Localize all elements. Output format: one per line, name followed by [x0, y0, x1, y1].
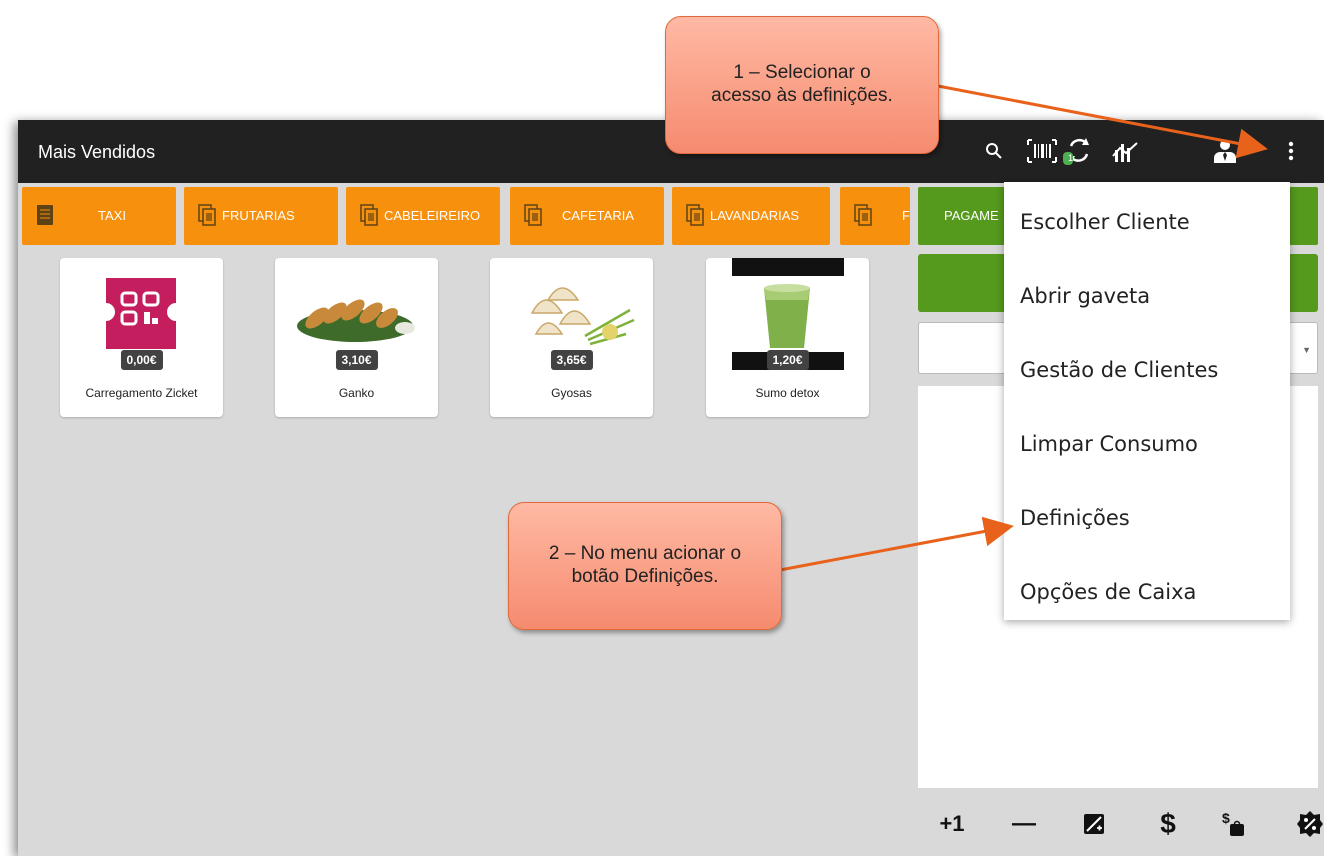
product-card[interactable]: 3,65€ Gyosas	[490, 258, 653, 417]
edit-icon[interactable]	[1072, 802, 1116, 846]
product-price: 0,00€	[120, 350, 163, 370]
menu-item-label: Limpar Consumo	[1020, 432, 1198, 456]
sync-icon[interactable]: 1	[1061, 134, 1095, 168]
svg-text:$: $	[1222, 810, 1230, 826]
overflow-menu: Escolher Cliente Abrir gaveta Gestão de …	[1004, 182, 1290, 620]
product-price: 1,20€	[766, 350, 809, 370]
folder-icon	[360, 204, 378, 226]
category-label: CABELEIREIRO	[384, 208, 481, 223]
user-icon[interactable]	[1208, 134, 1242, 168]
minus-button[interactable]: —	[1002, 802, 1046, 846]
product-card[interactable]: 1,20€ Sumo detox	[706, 258, 869, 417]
menu-item-abrir-gaveta[interactable]: Abrir gaveta	[1004, 260, 1290, 330]
menu-item-label: Abrir gaveta	[1020, 284, 1151, 308]
folder-icon	[686, 204, 704, 226]
more-vert-icon[interactable]	[1274, 134, 1308, 168]
menu-item-escolher-cliente[interactable]: Escolher Cliente	[1004, 186, 1290, 256]
menu-item-definicoes[interactable]: Definições	[1004, 482, 1290, 552]
category-frutarias[interactable]: FRUTARIAS	[184, 187, 338, 245]
category-label: F	[902, 208, 910, 223]
product-name: Gyosas	[551, 386, 592, 400]
category-cabeleireiro[interactable]: CABELEIREIRO	[346, 187, 500, 245]
category-partial[interactable]: F	[840, 187, 910, 245]
chart-icon[interactable]	[1108, 134, 1142, 168]
menu-item-label: Gestão de Clientes	[1020, 358, 1219, 382]
menu-item-label: Opções de Caixa	[1020, 580, 1197, 604]
product-name: Ganko	[338, 386, 375, 400]
menu-item-label: Definições	[1020, 506, 1130, 530]
folder-icon	[854, 204, 872, 226]
dollar-weight-icon[interactable]: $	[1212, 802, 1256, 846]
menu-item-label: Escolher Cliente	[1020, 210, 1190, 234]
product-price: 3,65€	[550, 350, 593, 370]
category-label: CAFETARIA	[562, 208, 634, 223]
page-title: Mais Vendidos	[38, 142, 156, 162]
category-label: FRUTARIAS	[222, 208, 295, 223]
category-label: LAVANDARIAS	[710, 208, 800, 223]
discount-icon[interactable]	[1288, 802, 1324, 846]
callout-step1: 1 – Selecionar o acesso às definições.	[665, 16, 939, 154]
category-cafetaria[interactable]: CAFETARIA	[510, 187, 664, 245]
folder-icon	[524, 204, 542, 226]
product-name: Carregamento Zicket	[85, 386, 198, 400]
callout-step2: 2 – No menu acionar o botão Definições.	[508, 502, 782, 630]
dollar-icon[interactable]: $	[1146, 802, 1190, 846]
barcode-icon[interactable]	[1025, 134, 1059, 168]
category-taxi[interactable]: TAXI	[22, 187, 176, 245]
chevron-down-icon: ▼	[1302, 345, 1311, 355]
menu-item-limpar-consumo[interactable]: Limpar Consumo	[1004, 408, 1290, 478]
plus-one-button[interactable]: +1	[930, 802, 974, 846]
payment-label: PAGAME	[944, 208, 999, 223]
folder-icon	[198, 204, 216, 226]
sync-badge: 1	[1068, 153, 1074, 163]
product-card[interactable]: 0,00€ Carregamento Zicket	[60, 258, 223, 417]
product-price: 3,10€	[335, 350, 378, 370]
menu-item-opcoes-caixa[interactable]: Opções de Caixa	[1004, 556, 1290, 626]
callout-step2-text: 2 – No menu acionar o botão Definições.	[548, 543, 742, 587]
search-icon[interactable]	[977, 134, 1011, 168]
category-lavandarias[interactable]: LAVANDARIAS	[672, 187, 830, 245]
product-name: Sumo detox	[755, 386, 820, 400]
menu-item-gestao-clientes[interactable]: Gestão de Clientes	[1004, 334, 1290, 404]
list-icon	[37, 205, 53, 225]
callout-step1-text: 1 – Selecionar o acesso às definições.	[711, 62, 893, 106]
category-label: TAXI	[98, 208, 126, 223]
product-card[interactable]: 3,10€ Ganko	[275, 258, 438, 417]
